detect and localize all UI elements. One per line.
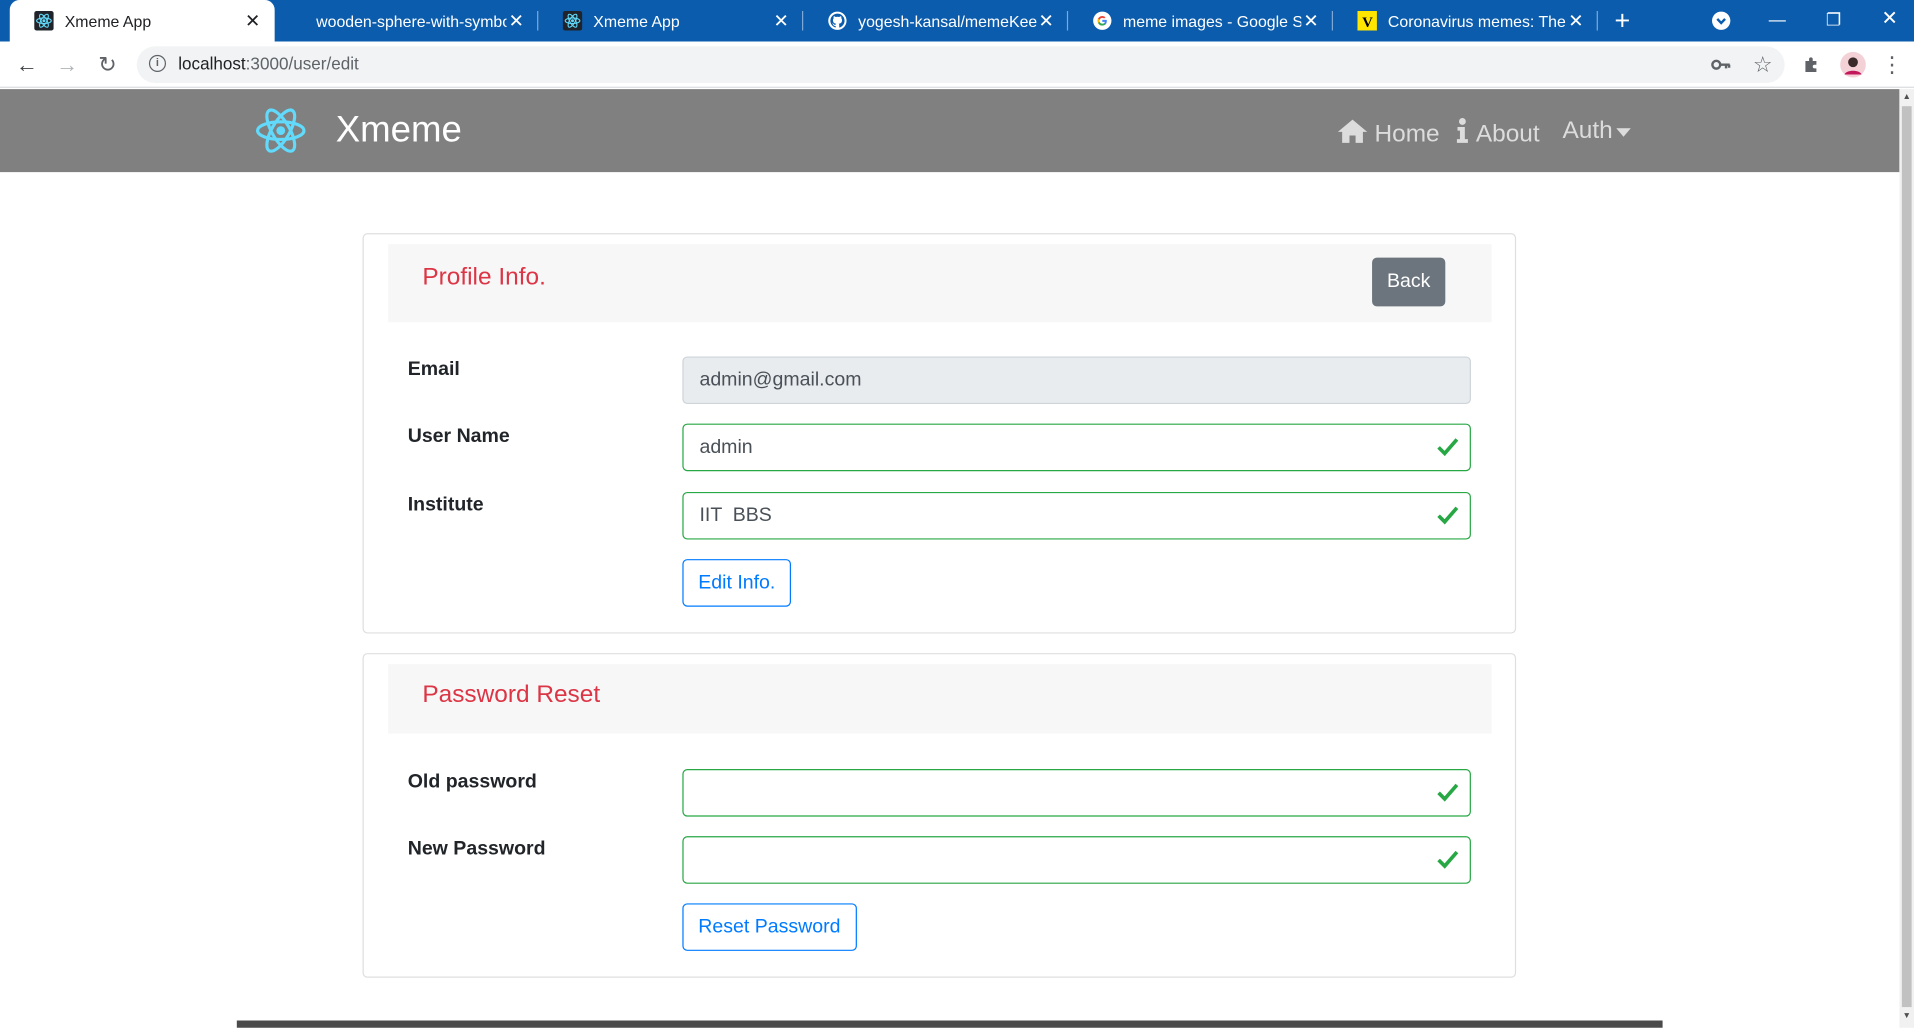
valid-check-icon: [1437, 783, 1459, 802]
scroll-down-icon[interactable]: ▼: [1902, 1012, 1912, 1021]
tab-title: meme images - Google Sea: [1123, 11, 1302, 30]
restore-icon[interactable]: ❐: [1805, 0, 1861, 42]
app-navbar: Xmeme Home About Auth: [0, 89, 1900, 173]
vice-icon: V: [1357, 10, 1377, 31]
new-password-field[interactable]: [682, 836, 1471, 884]
reload-icon[interactable]: ↻: [93, 50, 122, 79]
site-info-icon[interactable]: i: [148, 54, 167, 73]
nav-auth-label: Auth: [1562, 117, 1613, 145]
browser-window: Xmeme App ✕ wooden-sphere-with-symbo ✕ X…: [0, 0, 1914, 1028]
tab-github[interactable]: yogesh-kansal/memeKeepe ✕: [803, 0, 1069, 42]
tab-xmeme-app[interactable]: Xmeme App ✕: [538, 0, 804, 42]
url-text[interactable]: localhost:3000/user/edit: [178, 54, 359, 74]
new-password-label: New Password: [407, 838, 546, 860]
close-tab-icon[interactable]: ✕: [1566, 10, 1586, 32]
home-icon: [1337, 117, 1375, 151]
close-tab-icon[interactable]: ✕: [1036, 10, 1056, 32]
institute-label: Institute: [407, 494, 484, 516]
close-tab-icon[interactable]: ✕: [507, 10, 527, 32]
reset-password-button[interactable]: Reset Password: [682, 903, 857, 951]
username-field[interactable]: admin: [682, 423, 1471, 472]
tab-xmeme-app-active[interactable]: Xmeme App ✕: [9, 0, 275, 42]
tab-title: wooden-sphere-with-symbo: [316, 11, 507, 30]
minimize-icon[interactable]: —: [1749, 0, 1805, 42]
url-bar[interactable]: i localhost:3000/user/edit: [136, 46, 1785, 84]
avatar[interactable]: [1838, 50, 1867, 79]
react-icon: [562, 10, 583, 31]
forward-arrow-icon[interactable]: →: [52, 50, 81, 79]
password-card-header: Password Reset: [388, 664, 1492, 734]
chrome-menu-icon[interactable]: ⋮: [1877, 50, 1906, 79]
edit-info-button[interactable]: Edit Info.: [682, 559, 792, 607]
profile-info-card: Profile Info. Back Email admin@gmail.com…: [362, 233, 1517, 634]
scrollbar-thumb[interactable]: [1901, 106, 1912, 1008]
username-value: admin: [699, 437, 753, 458]
tab-strip: Xmeme App ✕ wooden-sphere-with-symbo ✕ X…: [0, 0, 1914, 42]
bookmark-star-icon[interactable]: ☆: [1748, 50, 1777, 79]
info-icon: [1455, 117, 1476, 151]
old-password-label: Old password: [407, 771, 537, 793]
nav-home-label: Home: [1374, 120, 1440, 148]
window-close-icon[interactable]: ✕: [1862, 0, 1914, 42]
valid-check-icon: [1437, 438, 1459, 457]
url-path: :3000/user/edit: [245, 53, 359, 74]
react-logo-icon[interactable]: [254, 106, 308, 155]
address-bar: ← → ↻ i localhost:3000/user/edit ☆ ⋮: [0, 41, 1914, 88]
react-icon: [34, 10, 54, 31]
tab-google-search[interactable]: meme images - Google Sea ✕: [1068, 0, 1334, 42]
key-icon[interactable]: [1707, 50, 1736, 79]
tab-title: Xmeme App: [593, 11, 680, 30]
back-arrow-icon[interactable]: ←: [12, 50, 41, 79]
back-button[interactable]: Back: [1372, 257, 1446, 307]
nav-home-link[interactable]: Home: [1337, 117, 1440, 151]
password-reset-card: Password Reset Old password New Password…: [362, 653, 1517, 978]
tab-title: yogesh-kansal/memeKeepe: [858, 11, 1037, 30]
institute-field[interactable]: IIT BBS: [682, 491, 1471, 540]
extensions-icon[interactable]: [1797, 50, 1826, 79]
institute-value: IIT BBS: [699, 505, 772, 527]
valid-check-icon: [1437, 506, 1459, 525]
nav-about-link[interactable]: About: [1455, 117, 1540, 151]
profile-title: Profile Info.: [422, 263, 546, 291]
svg-text:V: V: [1362, 15, 1373, 31]
profile-card-header: Profile Info. Back: [388, 244, 1492, 323]
github-icon: [828, 11, 848, 31]
new-tab-button[interactable]: +: [1598, 0, 1647, 42]
tab-wooden-sphere[interactable]: wooden-sphere-with-symbo ✕: [275, 0, 539, 42]
username-label: User Name: [407, 426, 510, 447]
google-icon: [1093, 11, 1113, 31]
close-tab-icon[interactable]: ✕: [243, 10, 263, 32]
close-tab-icon[interactable]: ✕: [1301, 10, 1321, 32]
tab-title: Xmeme App: [64, 11, 152, 30]
nav-auth-dropdown[interactable]: Auth: [1562, 117, 1637, 145]
tab-search-icon[interactable]: [1693, 0, 1749, 42]
email-label: Email: [407, 358, 460, 380]
url-host: localhost: [178, 53, 246, 74]
close-tab-icon[interactable]: ✕: [771, 10, 791, 32]
tab-coronavirus-memes[interactable]: V Coronavirus memes: These ✕: [1333, 0, 1598, 42]
scroll-up-icon[interactable]: ▲: [1902, 93, 1912, 102]
email-field: admin@gmail.com: [682, 356, 1471, 405]
valid-check-icon: [1437, 850, 1459, 869]
caret-down-icon: [1616, 117, 1637, 145]
brand-name[interactable]: Xmeme: [336, 110, 462, 152]
old-password-field[interactable]: [682, 769, 1471, 817]
password-title: Password Reset: [422, 681, 601, 709]
page-scrollbar[interactable]: ▲ ▼: [1899, 89, 1914, 1028]
tab-title: Coronavirus memes: These: [1387, 11, 1567, 30]
footer-bar: [236, 1020, 1663, 1028]
nav-about-label: About: [1475, 120, 1540, 148]
